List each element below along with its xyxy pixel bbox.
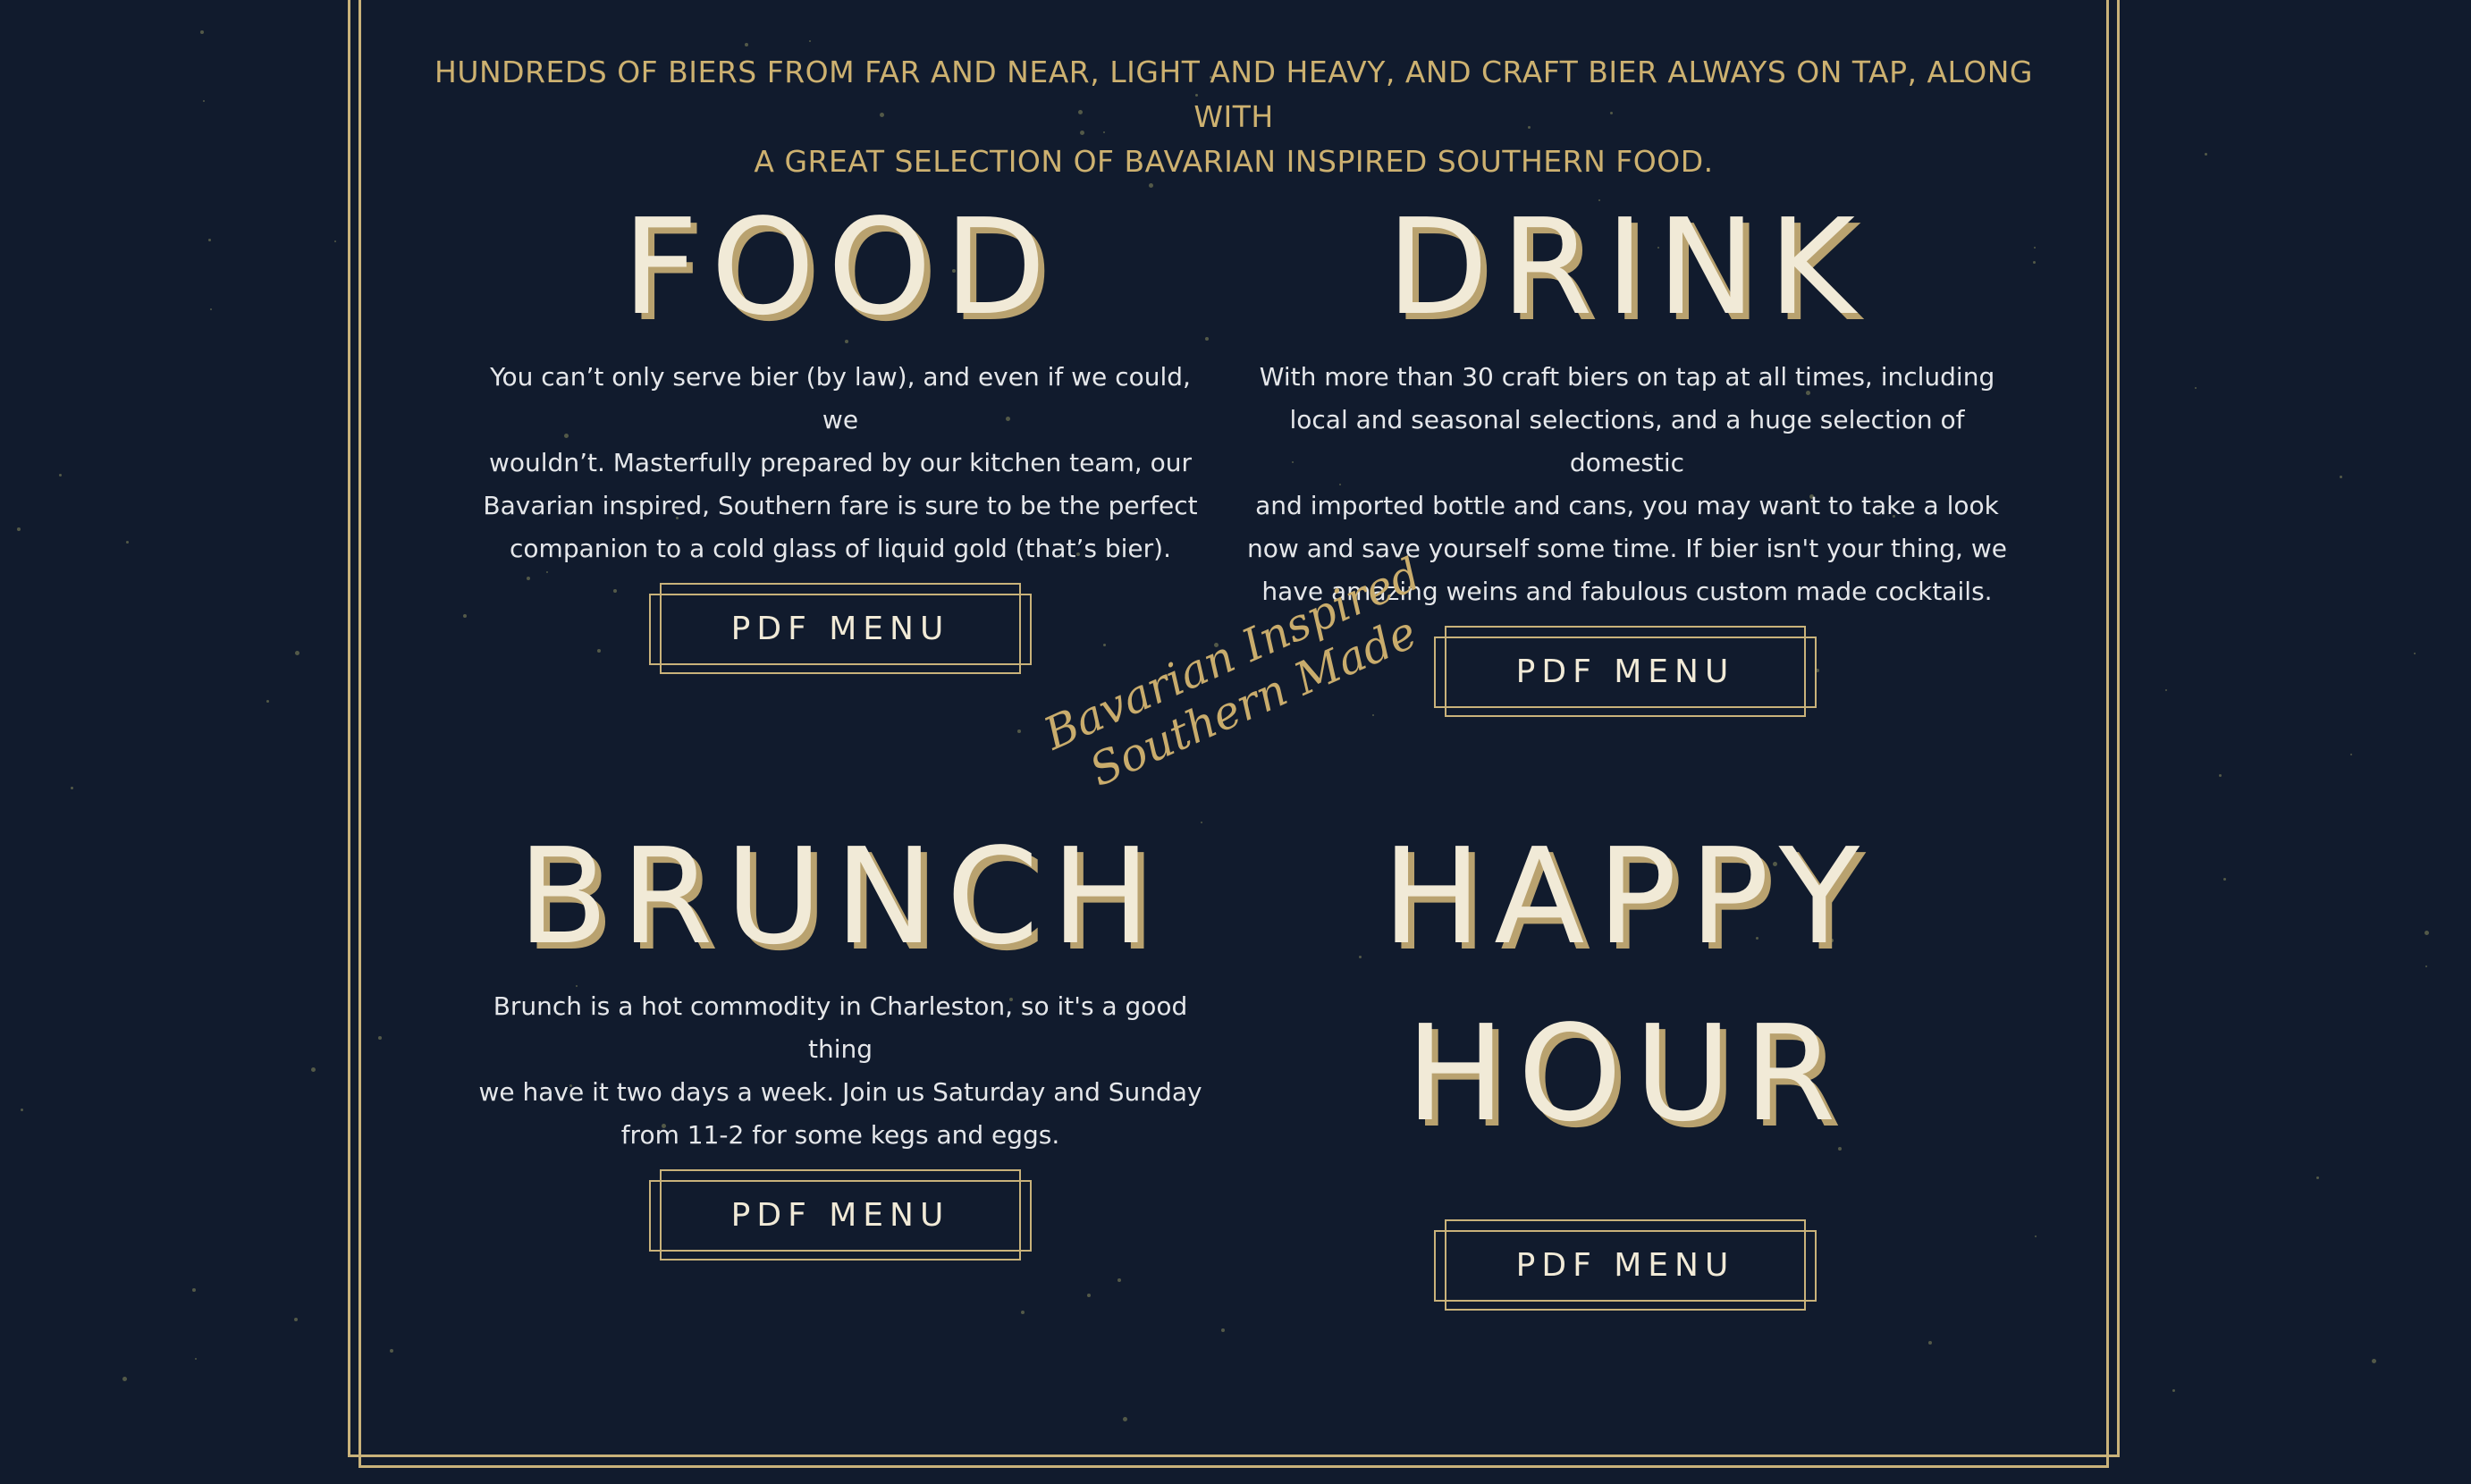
brunch-line-1: Brunch is a hot commodity in Charleston,… [493,991,1188,1064]
happy-hour-pdf-menu-label: PDF MENU [1515,1247,1735,1284]
star-speck [2172,1389,2175,1392]
star-speck [295,651,299,655]
drink-line-4: now and save yourself some time. If bier… [1247,534,2007,563]
food-pdf-menu-button[interactable]: PDF MENU [649,583,1032,674]
brunch-line-3: from 11-2 for some kegs and eggs. [620,1120,1060,1150]
brunch-pdf-menu-button[interactable]: PDF MENU [649,1169,1032,1261]
star-speck [2414,653,2416,654]
star-speck [17,527,21,531]
star-speck [266,700,269,703]
star-speck [311,1067,316,1072]
star-speck [2165,689,2167,691]
drink-line-2: local and seasonal selections, and a hug… [1289,405,1965,477]
brunch-line-2: we have it two days a week. Join us Satu… [478,1077,1202,1107]
food-line-3: Bavarian inspired, Southern fare is sure… [483,491,1198,520]
star-speck [195,1358,197,1360]
brunch-description: Brunch is a hot commodity in Charleston,… [465,985,1216,1157]
star-speck [2223,878,2226,881]
intro-text: HUNDREDS OF BIERS FROM FAR AND NEAR, LIG… [429,50,2038,184]
drink-line-3: and imported bottle and cans, you may wa… [1255,491,1999,520]
happy-hour-heading-line-1: HAPPY [1381,820,1873,974]
star-speck [2425,965,2427,967]
food-line-4: companion to a cold glass of liquid gold… [510,534,1171,563]
star-speck [2425,931,2429,935]
happy-hour-pdf-menu-button[interactable]: PDF MENU [1434,1219,1817,1311]
star-speck [208,239,211,241]
food-pdf-menu-label: PDF MENU [730,611,950,647]
happy-hour-heading: HAPPY HOUR [1269,808,1985,1162]
star-speck [2350,754,2352,755]
intro-line-1: HUNDREDS OF BIERS FROM FAR AND NEAR, LIG… [434,55,2033,134]
star-speck [122,1377,127,1381]
brunch-heading: BRUNCH [517,820,1164,974]
star-speck [71,787,73,789]
food-line-1: You can’t only serve bier (by law), and … [490,362,1191,434]
brunch-pdf-menu-label: PDF MENU [730,1197,950,1234]
star-speck [192,1288,196,1292]
food-heading: FOOD [621,190,1059,344]
drink-heading: DRINK [1386,190,1868,344]
food-line-2: wouldn’t. Masterfully prepared by our ki… [489,448,1192,477]
star-speck [2205,153,2207,156]
star-speck [59,474,62,476]
star-speck [2372,1359,2376,1363]
star-speck [334,240,336,242]
happy-hour-heading-line-2: HOUR [1405,997,1849,1151]
star-speck [126,541,129,544]
drink-pdf-menu-button[interactable]: PDF MENU [1434,626,1817,717]
star-speck [2316,1176,2319,1179]
star-speck [203,100,205,102]
star-speck [2340,476,2342,478]
intro-line-2: A GREAT SELECTION OF BAVARIAN INSPIRED S… [754,144,1714,179]
star-speck [210,308,212,310]
star-speck [294,1318,298,1321]
star-speck [21,1109,23,1111]
food-description: You can’t only serve bier (by law), and … [483,356,1198,570]
star-speck [2219,774,2222,777]
drink-line-1: With more than 30 craft biers on tap at … [1259,362,1995,392]
drink-pdf-menu-label: PDF MENU [1515,653,1735,690]
star-speck [200,30,204,34]
star-speck [2195,387,2197,389]
